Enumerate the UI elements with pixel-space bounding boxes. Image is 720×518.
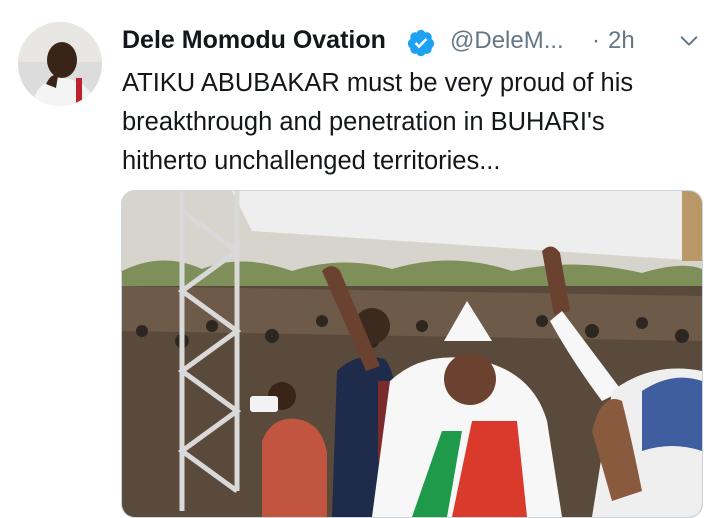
separator-dot: ·: [592, 27, 600, 54]
chevron-down-icon[interactable]: [678, 30, 700, 52]
author-name[interactable]: Dele Momodu Ovation: [122, 26, 386, 55]
verified-badge-icon: [407, 29, 435, 57]
tweet-timestamp[interactable]: 2h: [608, 27, 635, 55]
author-handle[interactable]: @DeleM...: [450, 27, 564, 55]
tweet-photo[interactable]: [121, 190, 703, 518]
tweet[interactable]: Dele Momodu Ovation @DeleM... · 2h ATIKU…: [0, 0, 720, 518]
author-avatar[interactable]: [18, 22, 102, 106]
tweet-header: Dele Momodu Ovation @DeleM... · 2h: [122, 22, 700, 62]
tweet-text: ATIKU ABUBAKAR must be very proud of his…: [122, 69, 634, 175]
